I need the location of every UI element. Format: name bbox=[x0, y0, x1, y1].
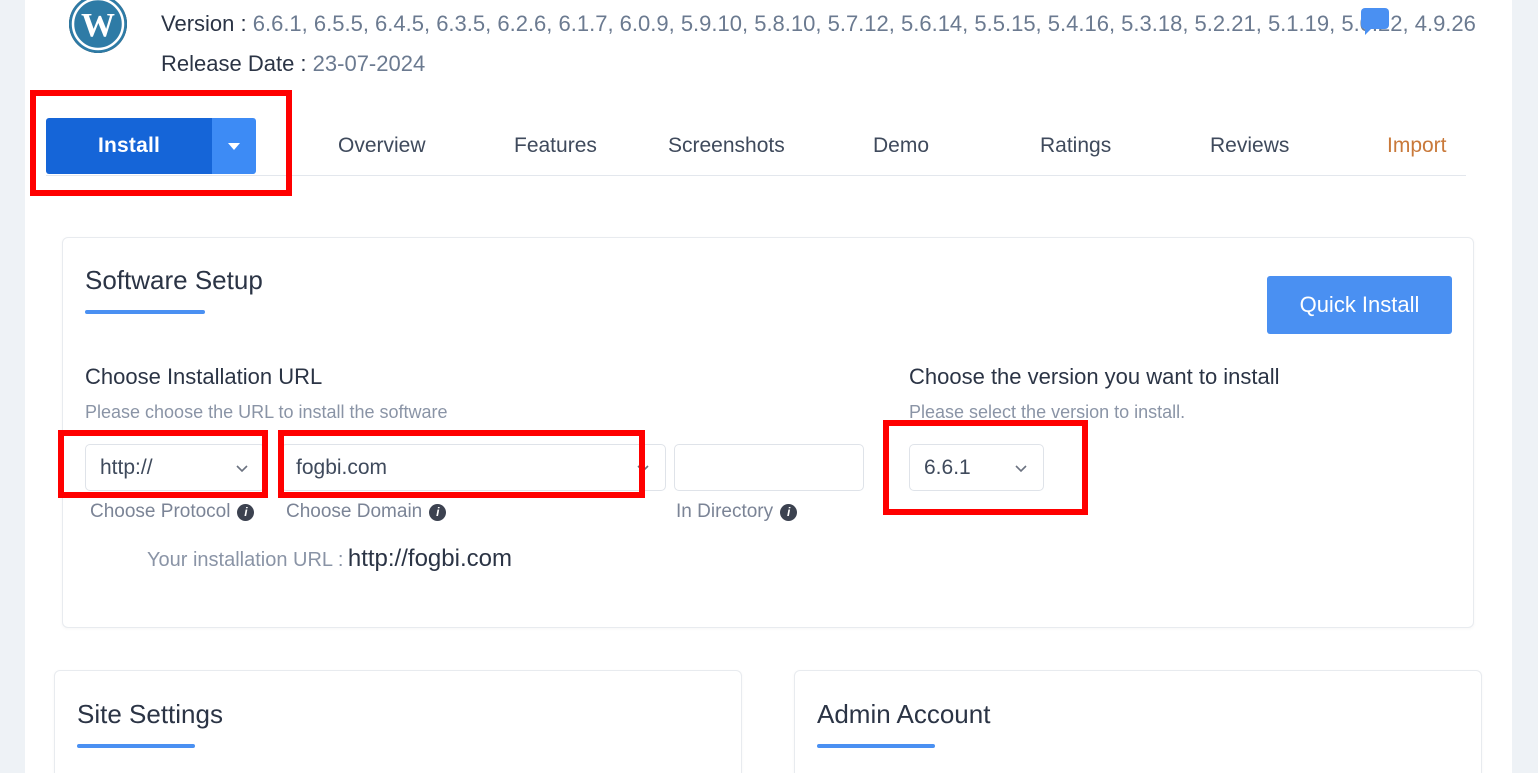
info-icon[interactable]: i bbox=[780, 503, 798, 521]
install-dropdown-toggle[interactable] bbox=[212, 118, 256, 174]
tab-bar: Install Overview Features Screenshots De… bbox=[46, 118, 1466, 176]
version-values: 6.6.1, 6.5.5, 6.4.5, 6.3.5, 6.2.6, 6.1.7… bbox=[252, 11, 1476, 36]
tab-import-label: Import bbox=[1387, 134, 1447, 157]
quick-install-button[interactable]: Quick Install bbox=[1267, 276, 1452, 334]
protocol-select[interactable]: http:// bbox=[85, 444, 265, 491]
choose-installation-url-subtitle: Please choose the URL to install the sof… bbox=[85, 402, 448, 422]
info-icon[interactable]: i bbox=[429, 503, 447, 521]
admin-account-title: Admin Account bbox=[817, 699, 991, 729]
info-icon[interactable]: i bbox=[237, 503, 255, 521]
install-button[interactable]: Install bbox=[46, 118, 256, 174]
wordpress-logo-icon: W bbox=[66, 0, 130, 56]
chevron-down-icon bbox=[1015, 464, 1027, 472]
domain-select[interactable]: fogbi.com bbox=[281, 444, 666, 491]
tab-demo-label: Demo bbox=[873, 134, 930, 157]
choose-installation-url-title: Choose Installation URL bbox=[85, 364, 323, 389]
page-gutter-left bbox=[0, 0, 25, 773]
tab-features-label: Features bbox=[514, 134, 597, 157]
protocol-select-value: http:// bbox=[100, 455, 153, 479]
protocol-select-label: Choose Protocol i bbox=[90, 501, 255, 523]
site-settings-title: Site Settings bbox=[77, 699, 223, 729]
tab-import[interactable]: Import bbox=[1387, 118, 1447, 174]
domain-select-label: Choose Domain i bbox=[286, 501, 447, 523]
page-root: W Version : 6.6.1, 6.5.5, 6.4.5, 6.3.5, … bbox=[0, 0, 1538, 773]
tab-features[interactable]: Features bbox=[514, 118, 597, 174]
chevron-down-icon bbox=[637, 464, 649, 472]
version-label: Version : bbox=[161, 11, 247, 36]
directory-input-label: In Directory i bbox=[676, 501, 798, 523]
chevron-down-icon bbox=[236, 464, 248, 472]
version-select[interactable]: 6.6.1 bbox=[909, 444, 1044, 491]
choose-version-subtitle: Please select the version to install. bbox=[909, 402, 1186, 422]
directory-label-text: In Directory bbox=[676, 501, 774, 522]
tab-screenshots-label: Screenshots bbox=[668, 134, 785, 157]
admin-account-card: Admin Account bbox=[794, 670, 1482, 773]
version-line: Version : 6.6.1, 6.5.5, 6.4.5, 6.3.5, 6.… bbox=[161, 10, 1476, 38]
installation-url-result-label: Your installation URL : bbox=[147, 549, 344, 571]
installation-url-result: Your installation URL : http://fogbi.com bbox=[147, 545, 512, 573]
tab-reviews[interactable]: Reviews bbox=[1210, 118, 1289, 174]
version-select-value: 6.6.1 bbox=[924, 455, 971, 479]
svg-text:W: W bbox=[81, 7, 115, 44]
protocol-label-text: Choose Protocol bbox=[90, 501, 231, 522]
installation-url-result-value: http://fogbi.com bbox=[347, 545, 512, 572]
domain-select-value: fogbi.com bbox=[296, 455, 388, 479]
directory-input-wrap[interactable] bbox=[674, 444, 864, 491]
software-setup-card: Software Setup Quick Install Choose Inst… bbox=[62, 237, 1474, 628]
release-date-line: Release Date : 23-07-2024 bbox=[161, 50, 425, 78]
site-settings-title-rule bbox=[77, 744, 195, 748]
release-date-label: Release Date : bbox=[161, 51, 307, 76]
page-gutter-right bbox=[1512, 0, 1538, 773]
choose-version-title: Choose the version you want to install bbox=[909, 364, 1280, 389]
site-settings-card: Site Settings bbox=[54, 670, 742, 773]
chevron-down-icon bbox=[228, 143, 240, 150]
tab-screenshots[interactable]: Screenshots bbox=[668, 118, 785, 174]
chat-bubble-icon[interactable] bbox=[1360, 6, 1390, 36]
admin-account-title-rule bbox=[817, 744, 935, 748]
tab-ratings-label: Ratings bbox=[1040, 134, 1112, 157]
install-button-label: Install bbox=[46, 118, 212, 174]
domain-label-text: Choose Domain bbox=[286, 501, 423, 522]
software-setup-title: Software Setup bbox=[85, 265, 263, 295]
tab-demo[interactable]: Demo bbox=[873, 118, 929, 174]
tab-overview[interactable]: Overview bbox=[338, 118, 426, 174]
tab-reviews-label: Reviews bbox=[1210, 134, 1290, 157]
tab-ratings[interactable]: Ratings bbox=[1040, 118, 1111, 174]
release-date-value: 23-07-2024 bbox=[312, 51, 426, 76]
software-setup-title-rule bbox=[85, 310, 205, 314]
tab-overview-label: Overview bbox=[338, 134, 426, 157]
